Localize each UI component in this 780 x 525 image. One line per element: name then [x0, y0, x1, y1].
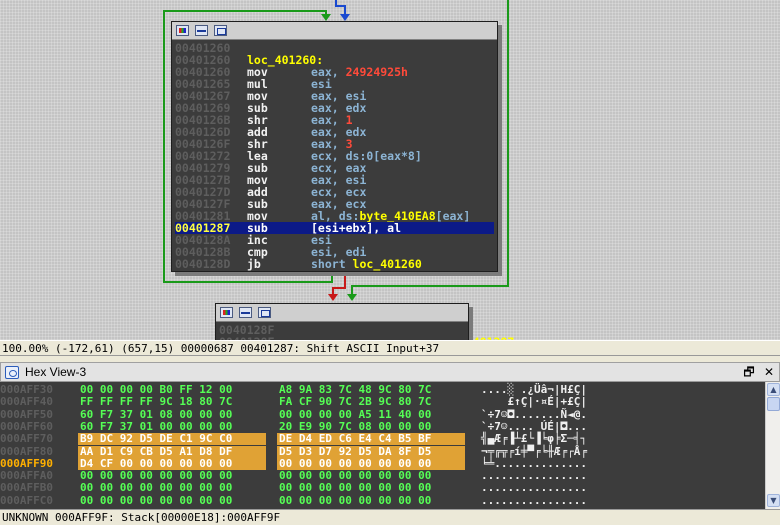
hex-row[interactable]: 000AFF30 00 00 00 00 B0 FF 12 00 A8 9A 83 … — [0, 384, 765, 396]
hex-address[interactable]: 000AFFC0 — [0, 494, 53, 507]
code-line[interactable]: 0040128D jb short loc_401260 — [175, 258, 497, 270]
edge-arrowhead — [347, 294, 357, 301]
hex-ascii[interactable]: ................ — [481, 482, 587, 494]
hex-bytes[interactable]: 60 F7 37 01 00 00 00 00 — [80, 420, 232, 433]
scroll-down-button[interactable]: ▼ — [767, 494, 780, 507]
hex-ascii[interactable]: £↑Ç|·¤É|+£Ç| — [481, 396, 586, 408]
hex-panel-titlebar: Hex View-3 🗗 ✕ — [0, 362, 780, 382]
hex-row[interactable]: 000AFFB0 00 00 00 00 00 00 00 00 00 00 00 … — [0, 482, 765, 494]
hex-bytes[interactable]: 00 00 00 00 00 00 00 00 — [80, 494, 232, 507]
hex-status-bar: UNKNOWN 000AFF9F: Stack[00000E18]:000AFF… — [0, 509, 780, 525]
node-title-icon[interactable] — [195, 25, 208, 36]
operand-name[interactable]: loc_401260 — [353, 257, 422, 271]
hex-bytes[interactable]: D5 D3 D7 92 D5 DA 8F D5 — [279, 445, 431, 458]
hex-bytes[interactable]: A8 9A 83 7C 48 9C 80 7C — [279, 384, 431, 396]
hex-row[interactable]: 000AFF80 AA D1 C9 CB D5 A1 D8 DF D5 D3 D7 … — [0, 445, 765, 458]
hex-bytes[interactable]: 00 00 00 00 00 00 00 00 — [279, 457, 431, 470]
edge-fallthrough — [332, 274, 346, 296]
hex-bytes[interactable]: B9 DC 92 D5 DE C1 9C C0 — [80, 433, 232, 445]
hex-dump[interactable]: 000AFF30 00 00 00 00 B0 FF 12 00 A8 9A 83 … — [0, 382, 765, 509]
hex-row[interactable]: 000AFFC0 00 00 00 00 00 00 00 00 00 00 00 … — [0, 494, 765, 507]
hex-row[interactable]: 000AFF90 D4 CF 00 00 00 00 00 00 00 00 00 … — [0, 457, 765, 470]
node-title-icon[interactable] — [239, 307, 252, 318]
instruction-operands[interactable]: short loc_401260 — [311, 258, 422, 270]
instruction-mnemonic[interactable]: jb — [247, 258, 261, 270]
code-block-node-lower[interactable]: 0040128F0040128F 401287 — [215, 303, 514, 340]
hex-row[interactable]: 000AFF70 B9 DC 92 D5 DE C1 9C C0 DE D4 ED … — [0, 433, 765, 445]
hex-bytes[interactable]: 00 00 00 00 00 00 00 00 — [279, 470, 431, 482]
edge-arrowhead — [340, 14, 350, 21]
hex-address[interactable]: 000AFF60 — [0, 420, 53, 433]
node-group-icon[interactable] — [214, 25, 227, 36]
hex-ascii[interactable]: ╘╧.............. — [481, 457, 587, 470]
hex-address[interactable]: 000AFF80 — [0, 445, 53, 458]
hex-address[interactable]: 000AFF30 — [0, 384, 53, 396]
edge-incoming — [335, 0, 346, 16]
hex-row[interactable]: 000AFF50 60 F7 37 01 08 00 00 00 00 00 00 … — [0, 408, 765, 421]
hex-bytes[interactable]: 00 00 00 00 00 00 00 00 — [279, 494, 431, 507]
scroll-thumb[interactable] — [767, 397, 780, 411]
hex-bytes[interactable]: 20 E9 90 7C 08 00 00 00 — [279, 420, 431, 433]
node-toolbar — [172, 22, 497, 40]
hex-bytes[interactable]: FA CF 90 7C 2B 9C 80 7C — [279, 396, 431, 408]
operand-number[interactable]: 24924925h — [346, 65, 408, 79]
node-color-icon[interactable] — [220, 307, 233, 318]
hex-panel-title: Hex View-3 — [25, 365, 87, 379]
hex-bytes[interactable]: DE D4 ED C6 E4 C4 B5 BF — [279, 433, 431, 445]
hex-address[interactable]: 000AFF90 — [0, 457, 53, 470]
node-toolbar — [216, 304, 468, 322]
hex-ascii[interactable]: ....░ .¿Üâ¬|H£Ç| — [481, 384, 587, 396]
disassembly-listing[interactable]: 00401260 00401260 loc_401260: 00401260 mov ea… — [172, 40, 497, 270]
disassembly-listing[interactable]: 0040128F0040128F 401287 — [216, 322, 514, 340]
hex-address[interactable]: 000AFFB0 — [0, 482, 53, 494]
hex-bytes[interactable]: 00 00 00 00 B0 FF 12 00 — [80, 384, 232, 396]
hex-row[interactable]: 000AFFA0 00 00 00 00 00 00 00 00 00 00 00 … — [0, 470, 765, 482]
code-block-node[interactable]: 00401260 00401260 loc_401260: 00401260 mov ea… — [171, 21, 498, 272]
hex-view-icon — [5, 366, 19, 379]
hex-row[interactable]: 000AFF40 FF FF FF FF 9C 18 80 7C FA CF 90 … — [0, 396, 765, 408]
hex-bytes[interactable]: 00 00 00 00 00 00 00 00 — [80, 470, 232, 482]
hex-ascii[interactable]: ................ — [481, 470, 587, 482]
graph-status-bar: 100.00% (-172,61) (657,15) 00000687 0040… — [0, 340, 780, 356]
close-button[interactable]: ✕ — [761, 365, 777, 380]
hex-ascii[interactable]: `÷7☺◘.......Ñ◄@. — [481, 408, 587, 421]
node-color-icon[interactable] — [176, 25, 189, 36]
graph-view[interactable]: 00401260 00401260 loc_401260: 00401260 mov ea… — [0, 0, 780, 340]
edge-arrowhead — [321, 14, 331, 21]
hex-bytes[interactable]: D4 CF 00 00 00 00 00 00 — [80, 457, 232, 470]
node-group-icon[interactable] — [258, 307, 271, 318]
hex-bytes[interactable]: 00 00 00 00 00 00 00 00 — [80, 482, 232, 494]
hex-ascii[interactable]: ................ — [481, 494, 587, 507]
hex-address[interactable]: 000AFF50 — [0, 408, 53, 421]
hex-bytes[interactable]: FF FF FF FF 9C 18 80 7C — [80, 396, 232, 408]
hex-address[interactable]: 000AFF40 — [0, 396, 53, 408]
hex-address[interactable]: 000AFF70 — [0, 433, 53, 445]
hex-bytes[interactable]: AA D1 C9 CB D5 A1 D8 DF — [80, 445, 232, 458]
hex-bytes[interactable]: 00 00 00 00 A5 11 40 00 — [279, 408, 431, 421]
hex-row[interactable]: 000AFF60 60 F7 37 01 00 00 00 00 20 E9 90 … — [0, 420, 765, 433]
edge-arrowhead — [328, 294, 338, 301]
line-address[interactable]: 0040128D — [175, 258, 230, 270]
hex-bytes[interactable]: 00 00 00 00 00 00 00 00 — [279, 482, 431, 494]
hex-ascii[interactable]: ╣▄Æ╒▐┴£└▐╘φ╞Σ─╡┐ — [481, 433, 587, 445]
restore-button[interactable]: 🗗 — [741, 365, 757, 380]
hex-address[interactable]: 000AFFA0 — [0, 470, 53, 482]
hex-ascii[interactable]: ¬╤╔╦╒í╪▀╒╘╫Æ╒┌Å╒ — [481, 445, 587, 458]
hex-bytes[interactable]: 60 F7 37 01 08 00 00 00 — [80, 408, 232, 421]
scroll-up-button[interactable]: ▲ — [767, 383, 780, 396]
hex-scrollbar[interactable]: ▲ ▼ — [765, 382, 780, 509]
